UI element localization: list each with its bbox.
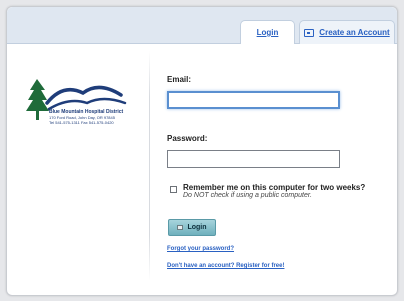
org-phone: Tel 541-575-1311 Fax 541-575-0420 [49, 120, 114, 125]
logo-text: Blue Mountain Hospital District 170 Ford… [49, 110, 147, 126]
remember-me-hint: Do NOT check if using a public computer. [183, 192, 312, 199]
lock-icon [177, 225, 184, 230]
mountain-icon [45, 85, 123, 105]
remember-me-checkbox[interactable] [170, 186, 177, 193]
tab-bar: Login Create an Account [7, 7, 397, 44]
id-card-icon [304, 28, 315, 37]
email-label: Email: [167, 75, 192, 84]
password-field[interactable] [167, 150, 340, 168]
password-label: Password: [167, 134, 208, 143]
register-link[interactable]: Don't have an account? Register for free… [167, 263, 284, 269]
forgot-password-link[interactable]: Forgot your password? [167, 246, 234, 252]
tab-create-account-label: Create an Account [319, 28, 390, 37]
remember-me-label: Remember me on this computer for two wee… [183, 183, 366, 192]
tab-create-account[interactable]: Create an Account [299, 20, 395, 44]
login-window: Login Create an Account Blue Mountain Ho… [6, 6, 398, 296]
login-button[interactable]: Login [168, 219, 216, 236]
tab-login-label: Login [256, 28, 279, 37]
email-field[interactable] [167, 91, 340, 109]
tab-login[interactable]: Login [240, 20, 295, 44]
vertical-divider [149, 51, 150, 281]
tree-icon [26, 79, 49, 120]
login-button-label: Login [187, 224, 207, 231]
